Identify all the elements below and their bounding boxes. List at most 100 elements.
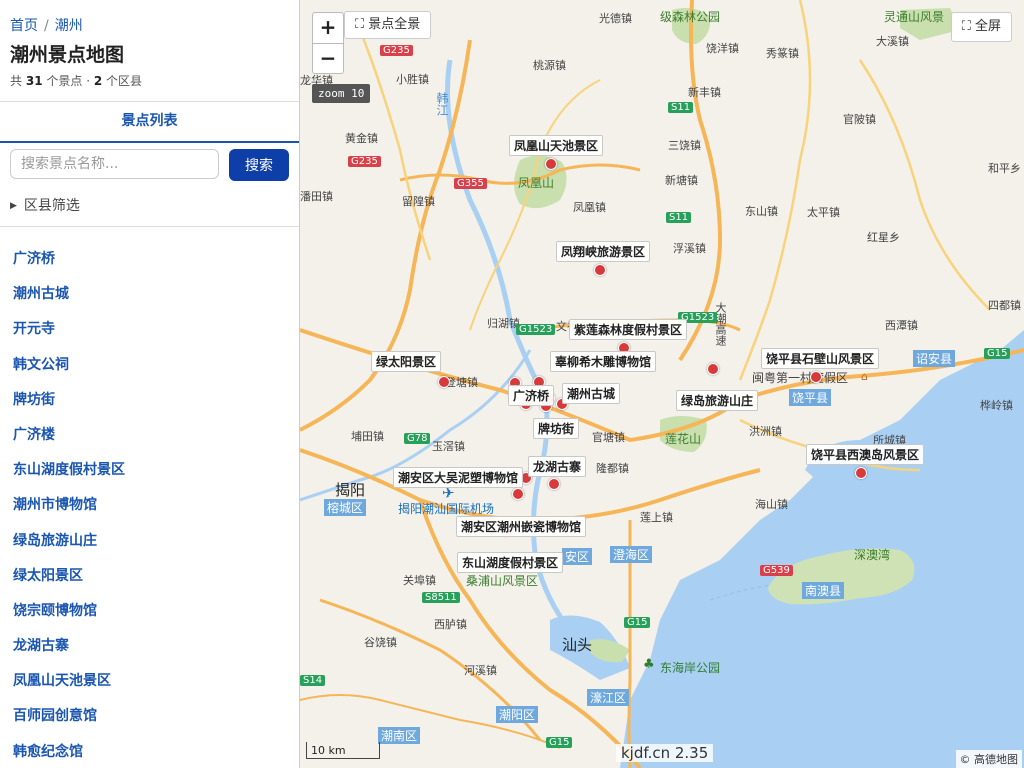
map-label: 玉滘镇 [432, 440, 465, 453]
spot-list-item[interactable]: 韩愈纪念馆 [13, 741, 125, 768]
fullscreen-button[interactable]: ⛶ 全屏 [950, 12, 1012, 42]
map-label: 东海岸公园 [660, 661, 721, 675]
search-input[interactable] [10, 149, 219, 179]
map-label: 大溪镇 [876, 35, 909, 48]
spot-list-item[interactable]: 韩文公祠 [13, 354, 125, 389]
spot-list-item[interactable]: 绿岛旅游山庄 [13, 530, 125, 565]
tab-bar: 景点列表 [0, 101, 299, 143]
map-label: 诏安县 [913, 350, 956, 367]
poi-label[interactable]: 潮州古城 [562, 383, 621, 404]
stats-district-unit: 个区县 [106, 74, 143, 88]
poi-marker[interactable] [855, 467, 867, 479]
poi-label[interactable]: 绿岛旅游山庄 [676, 390, 759, 411]
scale-bar: 10 km [306, 742, 380, 759]
map-label: 黄金镇 [345, 132, 378, 145]
map-label: 桑浦山风景区 [466, 574, 539, 588]
breadcrumb-separator: / [44, 18, 49, 34]
spot-list-item[interactable]: 广济桥 [13, 248, 125, 283]
poi-label[interactable]: 饶平县西澳岛风景区 [806, 444, 925, 465]
stats-district-count: 2 [93, 74, 103, 88]
map-label: 韩江 [435, 92, 449, 116]
map-label: 光德镇 [599, 12, 632, 25]
spot-list-item[interactable]: 广济楼 [13, 424, 125, 459]
poi-label[interactable]: 潮安区潮州嵌瓷博物馆 [456, 516, 587, 537]
spot-list-item[interactable]: 龙湖古寨 [13, 635, 125, 670]
spot-list-item[interactable]: 绿太阳景区 [13, 565, 125, 600]
map-label: 太平镇 [807, 206, 840, 219]
stats-summary: 共 31 个景点 · 2 个区县 [10, 72, 142, 89]
tab-spot-list[interactable]: 景点列表 [0, 102, 299, 140]
map-canvas[interactable]: 光德镇 级森林公园 饶洋镇 秀篆镇 灵通山风景 大溪镇 桃源镇 小胜镇 龙华镇 … [300, 0, 1024, 768]
poi-marker[interactable] [512, 488, 524, 500]
map-label: 桃源镇 [533, 59, 566, 72]
zoom-in-button[interactable]: + [313, 13, 343, 44]
overview-button[interactable]: ⛶ 景点全景 [344, 11, 432, 39]
road-shield: S11 [666, 212, 692, 223]
map-label: 官陂镇 [843, 113, 876, 126]
map-label: 潮南区 [378, 727, 421, 744]
poi-label[interactable]: 龙湖古寨 [528, 456, 587, 477]
poi-label[interactable]: 凤翔峡旅游景区 [556, 241, 651, 262]
scale-label: 10 km [311, 744, 346, 757]
road-shield: G15 [984, 348, 1011, 359]
poi-label[interactable]: 绿太阳景区 [371, 351, 442, 372]
map-label: 闽粤第一村度假区 [752, 371, 849, 385]
spot-list: 广济桥 潮州古城 开元寺 韩文公祠 牌坊街 广济楼 东山湖度假村景区 潮州市博物… [13, 248, 125, 768]
poi-marker[interactable] [810, 371, 822, 383]
spot-list-item[interactable]: 凤凰山天池景区 [13, 670, 125, 705]
page-title: 潮州景点地图 [10, 44, 125, 66]
poi-label[interactable]: 东山湖度假村景区 [457, 552, 564, 573]
poi-label[interactable]: 凤凰山天池景区 [509, 135, 604, 156]
zoom-out-button[interactable]: − [313, 44, 343, 74]
search-button[interactable]: 搜索 [229, 149, 289, 181]
park-icon: ♣ [643, 657, 655, 672]
spot-list-item[interactable]: 潮州市博物馆 [13, 494, 125, 529]
spot-list-item[interactable]: 开元寺 [13, 318, 125, 353]
poi-label[interactable]: 牌坊街 [533, 418, 580, 439]
spot-list-item[interactable]: 潮州古城 [13, 283, 125, 318]
map-label: 官塘镇 [592, 431, 625, 444]
map-label: 莲上镇 [640, 511, 673, 524]
map-label: 澄海区 [610, 546, 653, 563]
spot-list-item[interactable]: 东山湖度假村景区 [13, 459, 125, 494]
map-label: 揭阳潮汕国际机场 [398, 502, 495, 516]
map-label: 揭阳 [335, 481, 366, 499]
poi-marker[interactable] [594, 264, 606, 276]
map-label: 汕头 [562, 636, 593, 654]
district-filter-toggle[interactable]: ▶ 区县筛选 [10, 195, 80, 215]
spot-list-item[interactable]: 百师园创意馆 [13, 705, 125, 740]
poi-marker[interactable] [545, 158, 557, 170]
map-label: 红星乡 [867, 231, 900, 244]
map-label: 濠江区 [587, 689, 630, 706]
road-shield: G15 [624, 617, 651, 628]
map-label: 安区 [562, 548, 593, 565]
breadcrumb-current-link[interactable]: 潮州 [55, 18, 83, 34]
poi-label[interactable]: 紫莲森林度假村景区 [569, 319, 688, 340]
map-label: 西潭镇 [885, 319, 918, 332]
base-map-labels: 光德镇 级森林公园 饶洋镇 秀篆镇 灵通山风景 大溪镇 桃源镇 小胜镇 龙华镇 … [300, 0, 1024, 768]
spot-list-item[interactable]: 牌坊街 [13, 389, 125, 424]
map-label: 大潮高速 [714, 302, 727, 346]
map-label: 和平乡 [988, 162, 1021, 175]
zoom-level-badge: zoom 10 [312, 84, 371, 103]
road-shield: G15 [546, 737, 573, 748]
map-label: 东山镇 [745, 205, 778, 218]
stats-spot-unit: 个景点 · [46, 74, 91, 88]
poi-label[interactable]: 潮安区大吴泥塑博物馆 [393, 467, 524, 488]
map-label: 河溪镇 [464, 664, 497, 677]
breadcrumb-home-link[interactable]: 首页 [10, 18, 38, 34]
poi-label[interactable]: 辜柳希木雕博物馆 [550, 351, 657, 372]
map-label: 西胪镇 [434, 618, 467, 631]
map-label: 四都镇 [988, 299, 1021, 312]
poi-marker[interactable] [548, 478, 560, 490]
poi-label[interactable]: 饶平县石壁山风景区 [761, 348, 880, 369]
map-label: 三饶镇 [668, 139, 701, 152]
map-label: 留隍镇 [402, 195, 435, 208]
poi-marker[interactable] [438, 376, 450, 388]
map-label: 饶洋镇 [706, 42, 739, 55]
zoom-control: + − [312, 12, 344, 74]
poi-label[interactable]: 广济桥 [508, 385, 555, 406]
poi-marker[interactable] [707, 363, 719, 375]
map-label: 新丰镇 [688, 86, 721, 99]
spot-list-item[interactable]: 饶宗颐博物馆 [13, 600, 125, 635]
